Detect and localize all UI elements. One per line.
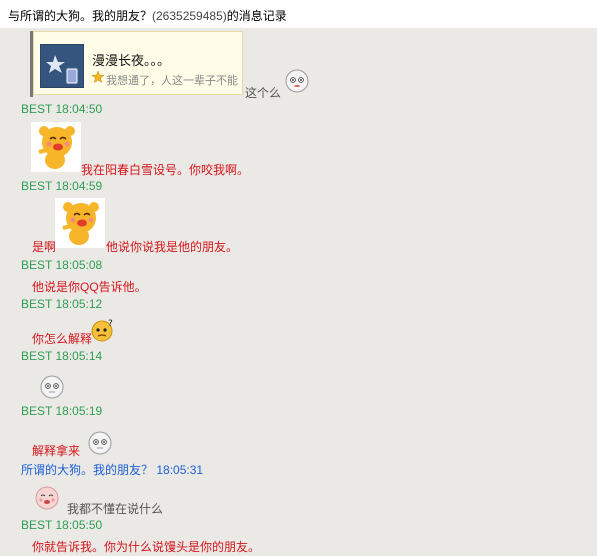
svg-text:?: ? [108, 319, 113, 329]
message-text: 我都不懂在说什么 [67, 502, 164, 516]
window-title-bar: 与所谓的大狗。我的朋友？(2635259485)的消息记录 [0, 0, 597, 29]
message-text: 你就告诉我。你为什么说馒头是你的朋友。 [32, 540, 261, 554]
blank-face-icon [40, 375, 64, 399]
yellow-bear-sticker [55, 198, 105, 248]
message-meta: BEST 18:04:50 [21, 102, 103, 116]
card-thumbnail [40, 44, 84, 88]
message-text-prefix: 是啊 [32, 240, 57, 254]
message-meta: BEST 18:05:14 [21, 349, 103, 363]
blank-face-icon [88, 431, 112, 455]
card-title: 漫漫长夜。。。 [92, 53, 171, 68]
title-suffix: 的消息记录 [226, 9, 287, 23]
title-qq-number: (2635259485) [152, 9, 227, 23]
confused-face-icon: ? [91, 318, 115, 342]
message-meta: BEST 18:05:08 [21, 258, 103, 272]
window-title: 与所谓的大狗。我的朋友？(2635259485)的消息记录 [8, 7, 287, 24]
card-trailing-text: 这个么 [245, 86, 282, 100]
card-accent-bar [30, 31, 33, 97]
message-meta-peer: 所谓的大狗。我的朋友？ 18:05:31 [21, 463, 204, 477]
star-icon [91, 70, 105, 86]
message-text: 解释拿来 [32, 444, 81, 458]
title-contact: 与所谓的大狗。我的朋友？ [8, 9, 153, 23]
message-text: 你怎么解释 [32, 332, 93, 346]
yellow-bear-sticker [31, 122, 81, 172]
message-meta: BEST 18:05:19 [21, 404, 103, 418]
message-meta: BEST 18:05:50 [21, 518, 103, 532]
message-meta: BEST 18:04:59 [21, 179, 103, 193]
shared-link-card[interactable]: 漫漫长夜。。。 我想通了，人这一辈子不能 [30, 31, 243, 97]
blank-face-icon [285, 69, 309, 93]
message-text: 他说你说我是他的朋友。 [106, 240, 239, 254]
message-history-panel[interactable]: 漫漫长夜。。。 我想通了，人这一辈子不能 这个么 BEST 18:04:50 我… [0, 28, 597, 556]
message-meta: BEST 18:05:12 [21, 297, 103, 311]
card-subtitle: 我想通了，人这一辈子不能 [106, 75, 238, 87]
message-text: 我在阳春白雪设号。你咬我啊。 [81, 163, 250, 177]
pink-face-icon [35, 486, 59, 510]
message-text: 他说是你QQ告诉他。 [32, 280, 147, 294]
